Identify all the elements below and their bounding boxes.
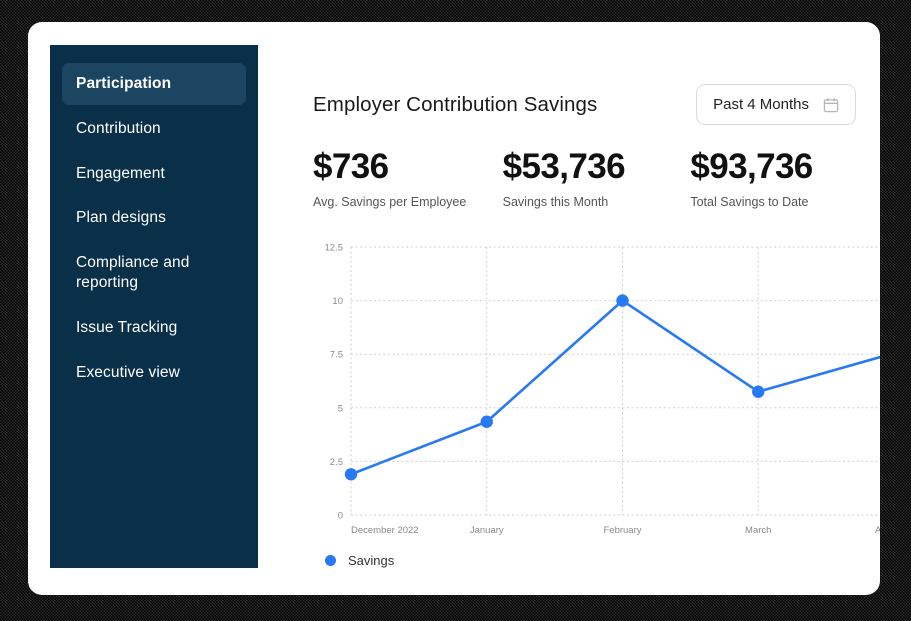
sidebar-item-compliance-and-reporting[interactable]: Compliance and reporting	[62, 242, 246, 304]
y-axis-tick: 12.5	[325, 243, 344, 254]
stat-card: $53,736 Savings this Month	[503, 147, 691, 209]
stat-value: $93,736	[690, 147, 880, 186]
stat-label: Savings this Month	[503, 195, 691, 209]
stat-card: $93,736 Total Savings to Date	[690, 147, 880, 209]
data-point[interactable]	[616, 295, 628, 307]
main-content: Employer Contribution Savings Past 4 Mon…	[286, 45, 880, 595]
sidebar-item-issue-tracking[interactable]: Issue Tracking	[62, 307, 246, 349]
legend-marker-savings	[325, 555, 336, 566]
x-axis-tick: January	[470, 525, 504, 536]
series-line-savings	[351, 301, 880, 475]
y-axis-tick: 2.5	[330, 457, 343, 468]
chart-y-axis-labels: 0 2.5 5 7.5 10 12.5	[325, 243, 344, 522]
y-axis-tick: 7.5	[330, 350, 343, 361]
legend-label-savings: Savings	[348, 553, 394, 568]
sidebar-item-contribution[interactable]: Contribution	[62, 108, 246, 150]
calendar-icon	[823, 97, 839, 113]
stat-label: Total Savings to Date	[690, 195, 880, 209]
data-point[interactable]	[481, 416, 493, 428]
dashboard-card: ParticipationContributionEngagementPlan …	[28, 22, 880, 595]
data-point[interactable]	[345, 468, 357, 480]
savings-line-chart: 0 2.5 5 7.5 10 12.5 December 2022 January Febru…	[313, 237, 880, 537]
x-axis-tick: December 2022	[351, 525, 419, 536]
date-range-picker[interactable]: Past 4 Months	[696, 84, 856, 125]
y-axis-tick: 10	[332, 296, 343, 307]
stat-value: $53,736	[503, 147, 691, 186]
stats-row: $736 Avg. Savings per Employee$53,736 Savi…	[286, 125, 880, 209]
x-axis-tick: March	[745, 525, 771, 536]
sidebar-item-engagement[interactable]: Engagement	[62, 153, 246, 195]
stat-value: $736	[313, 147, 503, 186]
chart-series-group	[345, 295, 880, 481]
chart-legend: Savings	[325, 553, 880, 568]
sidebar: ParticipationContributionEngagementPlan …	[50, 45, 258, 568]
x-axis-tick: April	[875, 525, 880, 536]
y-axis-tick: 0	[338, 511, 343, 522]
stat-card: $736 Avg. Savings per Employee	[313, 147, 503, 209]
chart-svg: 0 2.5 5 7.5 10 12.5 December 2022 January Febru…	[313, 237, 880, 537]
sidebar-item-plan-designs[interactable]: Plan designs	[62, 197, 246, 239]
header-row: Employer Contribution Savings Past 4 Mon…	[286, 45, 880, 125]
page-title: Employer Contribution Savings	[313, 93, 597, 117]
x-axis-tick: February	[603, 525, 641, 536]
chart-x-axis-labels: December 2022 January February March April	[351, 525, 880, 536]
y-axis-tick: 5	[338, 403, 343, 414]
sidebar-item-participation[interactable]: Participation	[62, 63, 246, 105]
stat-label: Avg. Savings per Employee	[313, 195, 503, 209]
date-range-label: Past 4 Months	[713, 96, 809, 113]
sidebar-item-executive-view[interactable]: Executive view	[62, 352, 246, 394]
data-point[interactable]	[752, 386, 764, 398]
